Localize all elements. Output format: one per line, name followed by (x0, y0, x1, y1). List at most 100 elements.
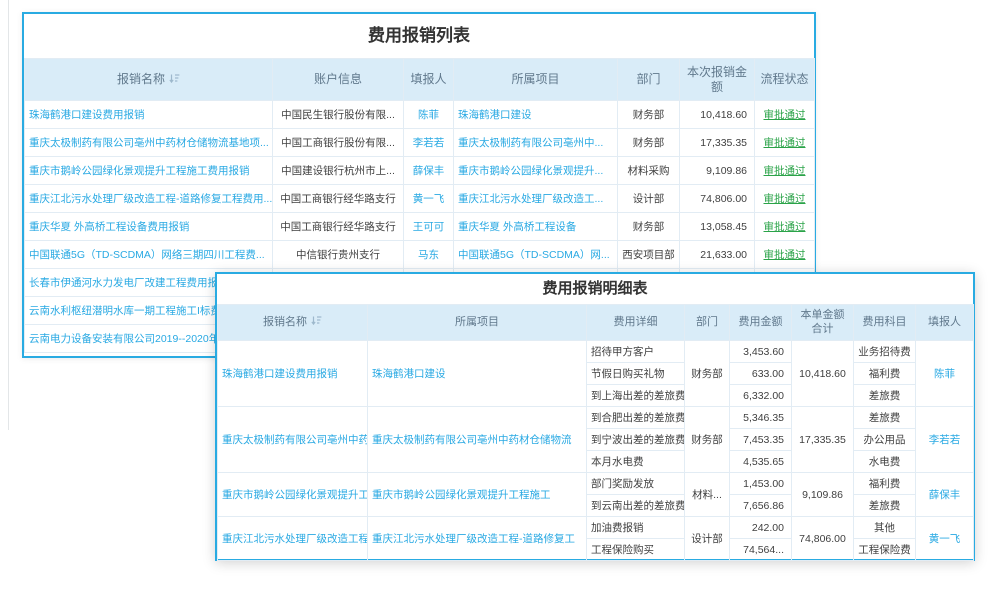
cell-expense-detail: 部门奖励发放 (587, 473, 685, 495)
col-header-reporter: 填报人 (916, 305, 974, 341)
cell-reimburse-name[interactable]: 重庆江北污水处理厂级改造工程- (218, 517, 368, 561)
cell-project[interactable]: 珠海鹤港口建设 (454, 101, 618, 129)
cell-project[interactable]: 重庆华夏 外高桥工程设备 (454, 213, 618, 241)
col-header-account-info: 账户信息 (273, 59, 404, 101)
cell-expense-category: 工程保险费 (854, 539, 916, 561)
cell-department: 材料采购 (618, 157, 680, 185)
list-table-row: 重庆江北污水处理厂级改造工程-道路修复工程费用...中国工商银行经华路支行黄一飞… (25, 185, 815, 213)
cell-reporter[interactable]: 李若若 (916, 407, 974, 473)
col-header-label: 本单金额合计 (801, 309, 845, 335)
list-table-row: 中国联通5G（TD-SCDMA）网络三期四川工程费...中信银行贵州支行马东中国… (25, 241, 815, 269)
cell-project[interactable]: 中国联通5G（TD-SCDMA）网... (454, 241, 618, 269)
cell-expense-detail: 到云南出差的差旅费 (587, 495, 685, 517)
cell-flow-status[interactable]: 审批通过 (755, 241, 815, 269)
cell-reporter[interactable]: 李若若 (404, 129, 454, 157)
cell-department: 财务部 (618, 213, 680, 241)
col-header-department: 部门 (618, 59, 680, 101)
cell-total-amount: 10,418.60 (792, 341, 854, 407)
cell-project[interactable]: 重庆江北污水处理厂级改造工程-道路修复工 (368, 517, 587, 561)
cell-project[interactable]: 重庆太极制药有限公司亳州中药材仓储物流 (368, 407, 587, 473)
col-header-label: 费用科目 (863, 316, 907, 328)
cell-reporter[interactable]: 黄一飞 (404, 185, 454, 213)
list-table-title: 费用报销列表 (24, 14, 814, 58)
page-edge-line (8, 0, 9, 430)
cell-reimburse-name[interactable]: 重庆太极制药有限公司亳州中药材仓储物流基地项... (25, 129, 273, 157)
cell-project[interactable]: 珠海鹤港口建设 (368, 341, 587, 407)
cell-account-info: 中信银行贵州支行 (273, 241, 404, 269)
cell-total-amount: 74,806.00 (792, 517, 854, 561)
cell-reporter[interactable]: 薛保丰 (916, 473, 974, 517)
cell-expense-amount: 4,535.65 (730, 451, 792, 473)
list-table-row: 重庆太极制药有限公司亳州中药材仓储物流基地项...中国工商银行股份有限...李若… (25, 129, 815, 157)
cell-reporter[interactable]: 陈菲 (404, 101, 454, 129)
col-header-amount: 本次报销金额 (680, 59, 755, 101)
col-header-department: 部门 (685, 305, 730, 341)
cell-account-info: 中国建设银行杭州市上... (273, 157, 404, 185)
sort-icon[interactable] (311, 315, 322, 326)
cell-flow-status[interactable]: 审批通过 (755, 213, 815, 241)
expense-detail-table: 报销名称所属项目费用详细部门费用金额本单金额合计费用科目填报人 珠海鹤港口建设费… (217, 304, 974, 561)
cell-expense-detail: 节假日购买礼物 (587, 363, 685, 385)
cell-department: 财务部 (618, 101, 680, 129)
page-root: 费用报销列表 报销名称账户信息填报人所属项目部门本次报销金额流程状态 珠海鹤港口… (0, 0, 1000, 600)
cell-account-info: 中国工商银行经华路支行 (273, 213, 404, 241)
col-header-label: 本次报销金额 (687, 65, 747, 94)
col-header-label: 报销名称 (117, 72, 165, 86)
cell-project[interactable]: 重庆太极制药有限公司亳州中... (454, 129, 618, 157)
cell-account-info: 中国工商银行股份有限... (273, 129, 404, 157)
cell-reimburse-name[interactable]: 重庆市鹅岭公园绿化景观提升工程施工费用报销 (25, 157, 273, 185)
cell-department: 材料... (685, 473, 730, 517)
cell-reimburse-name[interactable]: 中国联通5G（TD-SCDMA）网络三期四川工程费... (25, 241, 273, 269)
cell-account-info: 中国民生银行股份有限... (273, 101, 404, 129)
col-header-expense-category: 费用科目 (854, 305, 916, 341)
cell-expense-category: 差旅费 (854, 407, 916, 429)
cell-expense-amount: 633.00 (730, 363, 792, 385)
col-header-label: 填报人 (410, 72, 446, 86)
cell-expense-amount: 7,656.86 (730, 495, 792, 517)
col-header-total-amount: 本单金额合计 (792, 305, 854, 341)
cell-department: 财务部 (685, 407, 730, 473)
col-header-project: 所属项目 (368, 305, 587, 341)
cell-flow-status[interactable]: 审批通过 (755, 129, 815, 157)
cell-reporter[interactable]: 马东 (404, 241, 454, 269)
cell-reimburse-name[interactable]: 重庆市鹅岭公园绿化景观提升工程 (218, 473, 368, 517)
list-header-row: 报销名称账户信息填报人所属项目部门本次报销金额流程状态 (25, 59, 815, 101)
cell-amount: 10,418.60 (680, 101, 755, 129)
cell-project[interactable]: 重庆市鹅岭公园绿化景观提升... (454, 157, 618, 185)
detail-table-row: 重庆太极制药有限公司亳州中药材重庆太极制药有限公司亳州中药材仓储物流到合肥出差的… (218, 407, 974, 429)
sort-icon[interactable] (169, 73, 180, 84)
cell-department: 设计部 (618, 185, 680, 213)
cell-reporter[interactable]: 王可可 (404, 213, 454, 241)
col-header-label: 费用详细 (614, 316, 658, 328)
cell-reimburse-name[interactable]: 重庆华夏 外高桥工程设备费用报销 (25, 213, 273, 241)
col-header-label: 所属项目 (511, 72, 559, 86)
detail-table-row: 珠海鹤港口建设费用报销珠海鹤港口建设招待甲方客户财务部3,453.6010,41… (218, 341, 974, 363)
cell-expense-detail: 到合肥出差的差旅费 (587, 407, 685, 429)
cell-expense-category: 其他 (854, 517, 916, 539)
cell-reporter[interactable]: 黄一飞 (916, 517, 974, 561)
cell-total-amount: 9,109.86 (792, 473, 854, 517)
cell-flow-status[interactable]: 审批通过 (755, 157, 815, 185)
cell-flow-status[interactable]: 审批通过 (755, 185, 815, 213)
col-header-reimburse-name: 报销名称 (25, 59, 273, 101)
col-header-label: 账户信息 (314, 72, 362, 86)
cell-reporter[interactable]: 薛保丰 (404, 157, 454, 185)
cell-project[interactable]: 重庆江北污水处理厂级改造工... (454, 185, 618, 213)
cell-flow-status[interactable]: 审批通过 (755, 101, 815, 129)
cell-expense-amount: 1,453.00 (730, 473, 792, 495)
cell-expense-category: 差旅费 (854, 495, 916, 517)
cell-project[interactable]: 重庆市鹅岭公园绿化景观提升工程施工 (368, 473, 587, 517)
cell-reimburse-name[interactable]: 珠海鹤港口建设费用报销 (25, 101, 273, 129)
cell-reporter[interactable]: 陈菲 (916, 341, 974, 407)
cell-reimburse-name[interactable]: 珠海鹤港口建设费用报销 (218, 341, 368, 407)
detail-table-title: 费用报销明细表 (217, 274, 973, 304)
cell-reimburse-name[interactable]: 重庆太极制药有限公司亳州中药材 (218, 407, 368, 473)
cell-expense-amount: 6,332.00 (730, 385, 792, 407)
cell-expense-category: 福利费 (854, 363, 916, 385)
cell-reimburse-name[interactable]: 重庆江北污水处理厂级改造工程-道路修复工程费用... (25, 185, 273, 213)
cell-amount: 21,633.00 (680, 241, 755, 269)
cell-expense-category: 办公用品 (854, 429, 916, 451)
cell-expense-detail: 到宁波出差的差旅费 (587, 429, 685, 451)
col-header-project: 所属项目 (454, 59, 618, 101)
cell-amount: 17,335.35 (680, 129, 755, 157)
